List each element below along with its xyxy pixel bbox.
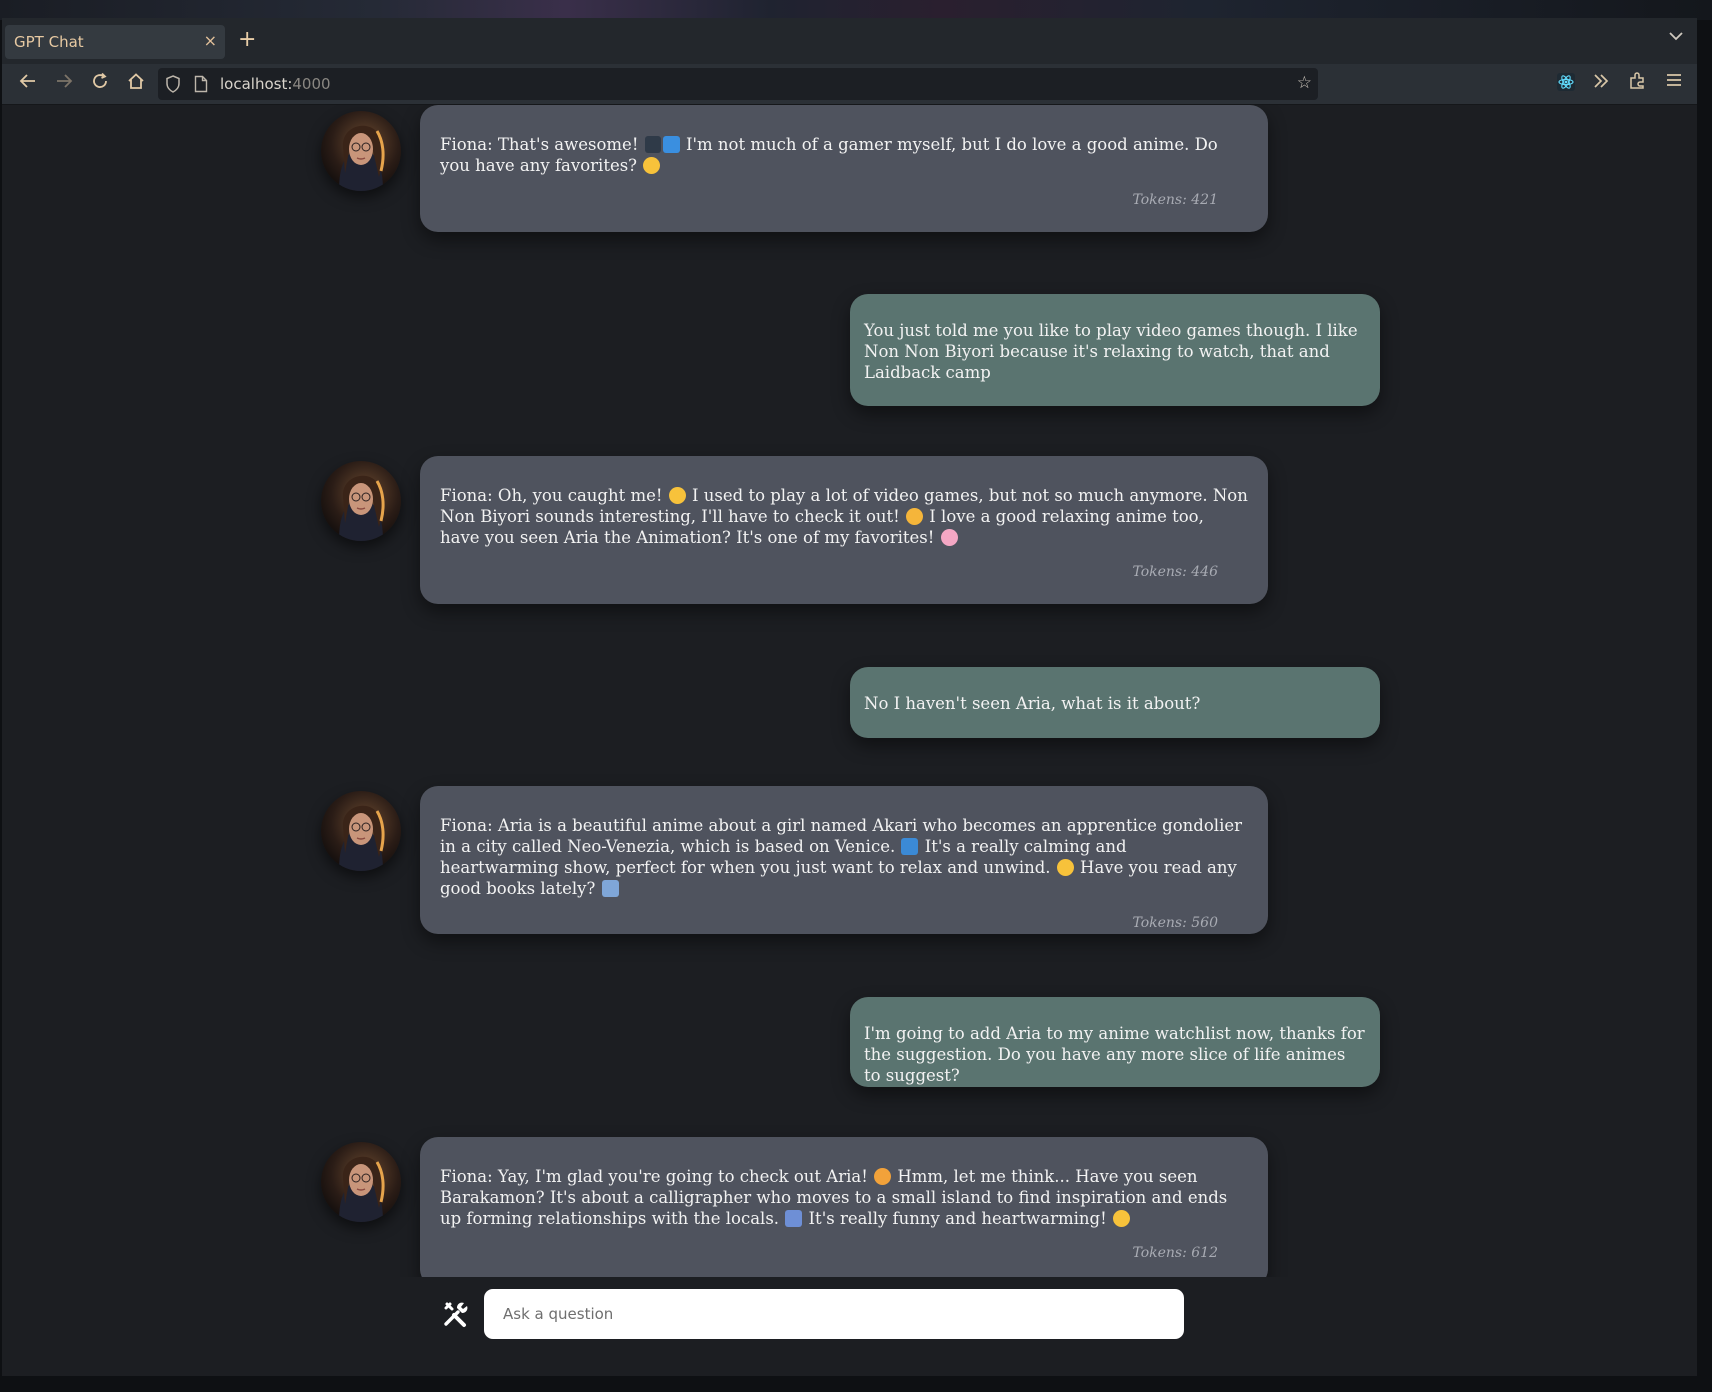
tv-emoji-icon [662, 136, 680, 153]
desktop-wallpaper-strip [0, 0, 1712, 20]
user-message-bubble: No I haven't seen Aria, what is it about… [850, 667, 1380, 738]
composer [2, 1277, 1697, 1376]
token-count: Tokens: 421 [1132, 192, 1218, 208]
smiling-face-emoji-icon [1112, 1210, 1130, 1227]
thinking-face-emoji-icon [906, 508, 924, 525]
fiona-avatar-icon [321, 111, 401, 191]
tab-title: GPT Chat [14, 33, 84, 51]
ask-question-input[interactable] [484, 1289, 1184, 1339]
hugging-face-emoji-icon [874, 1168, 892, 1185]
reload-icon[interactable] [88, 72, 112, 96]
bot-message-bubble: Fiona: Yay, I'm glad you're going to che… [420, 1137, 1268, 1277]
navigation-bar: localhost:4000 ☆ [2, 64, 1697, 105]
message-text: I'm going to add Aria to my anime watchl… [864, 1024, 1365, 1085]
browser-window: GPT Chat × + localhost:4000 ☆ Fiona: Tha… [2, 18, 1697, 1376]
page-info-icon[interactable] [194, 75, 210, 93]
paintbrush-emoji-icon [785, 1210, 803, 1227]
cherry-blossom-emoji-icon [940, 529, 958, 546]
url-host: localhost: [220, 75, 293, 93]
user-message-bubble: You just told me you like to play video … [850, 294, 1380, 406]
books-emoji-icon [601, 880, 619, 897]
home-icon[interactable] [124, 72, 148, 96]
react-devtools-icon[interactable] [1556, 72, 1576, 97]
tracking-protection-shield-icon[interactable] [165, 75, 181, 93]
game-controller-emoji-icon [644, 136, 661, 153]
bookmark-star-icon[interactable]: ☆ [1297, 73, 1312, 93]
heart-eyes-emoji-icon [643, 157, 661, 174]
token-count: Tokens: 612 [1132, 1245, 1218, 1261]
message-text: Fiona: Oh, you caught me! [440, 486, 668, 505]
token-count: Tokens: 560 [1132, 915, 1218, 931]
message-text: No I haven't seen Aria, what is it about… [864, 694, 1201, 713]
bot-message-bubble: Fiona: Aria is a beautiful anime about a… [420, 786, 1268, 934]
app-menu-hamburger-icon[interactable] [1666, 72, 1682, 93]
message-text: It's really funny and heartwarming! [803, 1209, 1112, 1228]
message-text: Fiona: Yay, I'm glad you're going to che… [440, 1167, 874, 1186]
tab-bar: GPT Chat × + [2, 18, 1697, 64]
close-tab-icon[interactable]: × [204, 31, 217, 50]
new-tab-button[interactable]: + [238, 27, 256, 52]
url-bar[interactable]: localhost:4000 ☆ [158, 68, 1318, 100]
back-icon[interactable] [16, 72, 40, 96]
tools-icon[interactable] [442, 1300, 470, 1328]
tab-gpt-chat[interactable]: GPT Chat × [5, 25, 225, 59]
forward-icon[interactable] [52, 72, 76, 96]
fiona-avatar-icon [321, 1142, 401, 1222]
extensions-puzzle-icon[interactable] [1629, 72, 1647, 95]
bot-message-bubble: Fiona: Oh, you caught me! I used to play… [420, 456, 1268, 604]
message-text: You just told me you like to play video … [864, 321, 1358, 382]
url-text[interactable]: localhost:4000 [220, 75, 331, 93]
list-all-tabs-icon[interactable] [1669, 29, 1683, 45]
user-message-bubble: I'm going to add Aria to my anime watchl… [850, 997, 1380, 1087]
chat-scroll-area[interactable]: Fiona: That's awesome! I'm not much of a… [2, 105, 1697, 1277]
fiona-avatar-icon [321, 791, 401, 871]
fiona-avatar-icon [321, 461, 401, 541]
bot-message-bubble: Fiona: That's awesome! I'm not much of a… [420, 105, 1268, 232]
message-text: Fiona: That's awesome! [440, 135, 644, 154]
sweat-smile-emoji-icon [668, 487, 686, 504]
overflow-chevrons-icon[interactable] [1592, 72, 1610, 95]
url-port: 4000 [292, 75, 331, 93]
relieved-face-emoji-icon [1056, 859, 1074, 876]
boat-emoji-icon [901, 838, 919, 855]
token-count: Tokens: 446 [1132, 564, 1218, 580]
